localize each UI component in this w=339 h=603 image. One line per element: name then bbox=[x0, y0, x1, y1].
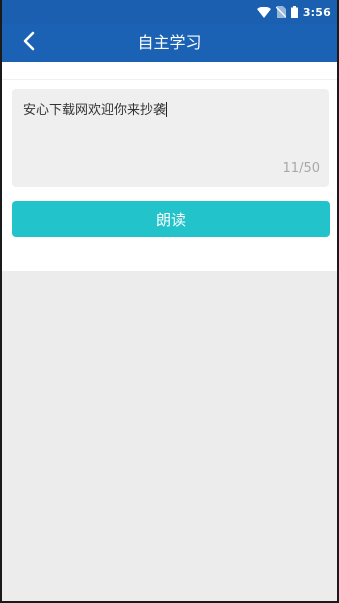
character-counter: 11/50 bbox=[282, 161, 320, 176]
empty-area bbox=[2, 271, 337, 601]
text-value: 安心下载网欢迎你来抄袭 bbox=[23, 103, 167, 118]
wifi-icon bbox=[256, 3, 271, 22]
no-sim-icon bbox=[275, 3, 287, 22]
status-bar: 3:56 bbox=[2, 0, 337, 24]
text-caret bbox=[166, 102, 168, 117]
read-aloud-label: 朗读 bbox=[155, 210, 186, 229]
text-input-area[interactable]: 安心下载网欢迎你来抄袭 11/50 bbox=[12, 89, 329, 187]
divider bbox=[2, 79, 337, 80]
status-icons: 3:56 bbox=[256, 3, 331, 22]
battery-icon bbox=[290, 3, 298, 22]
phone-screen: 3:56 自主学习 安心下载网欢迎你来抄袭 11/50 朗读 bbox=[2, 0, 337, 601]
text-input-value: 安心下载网欢迎你来抄袭 bbox=[23, 99, 168, 118]
status-time: 3:56 bbox=[302, 5, 331, 19]
content-panel: 安心下载网欢迎你来抄袭 11/50 朗读 bbox=[2, 62, 337, 271]
read-aloud-button[interactable]: 朗读 bbox=[12, 201, 330, 237]
app-bar: 自主学习 bbox=[2, 24, 337, 62]
page-title: 自主学习 bbox=[137, 33, 202, 52]
